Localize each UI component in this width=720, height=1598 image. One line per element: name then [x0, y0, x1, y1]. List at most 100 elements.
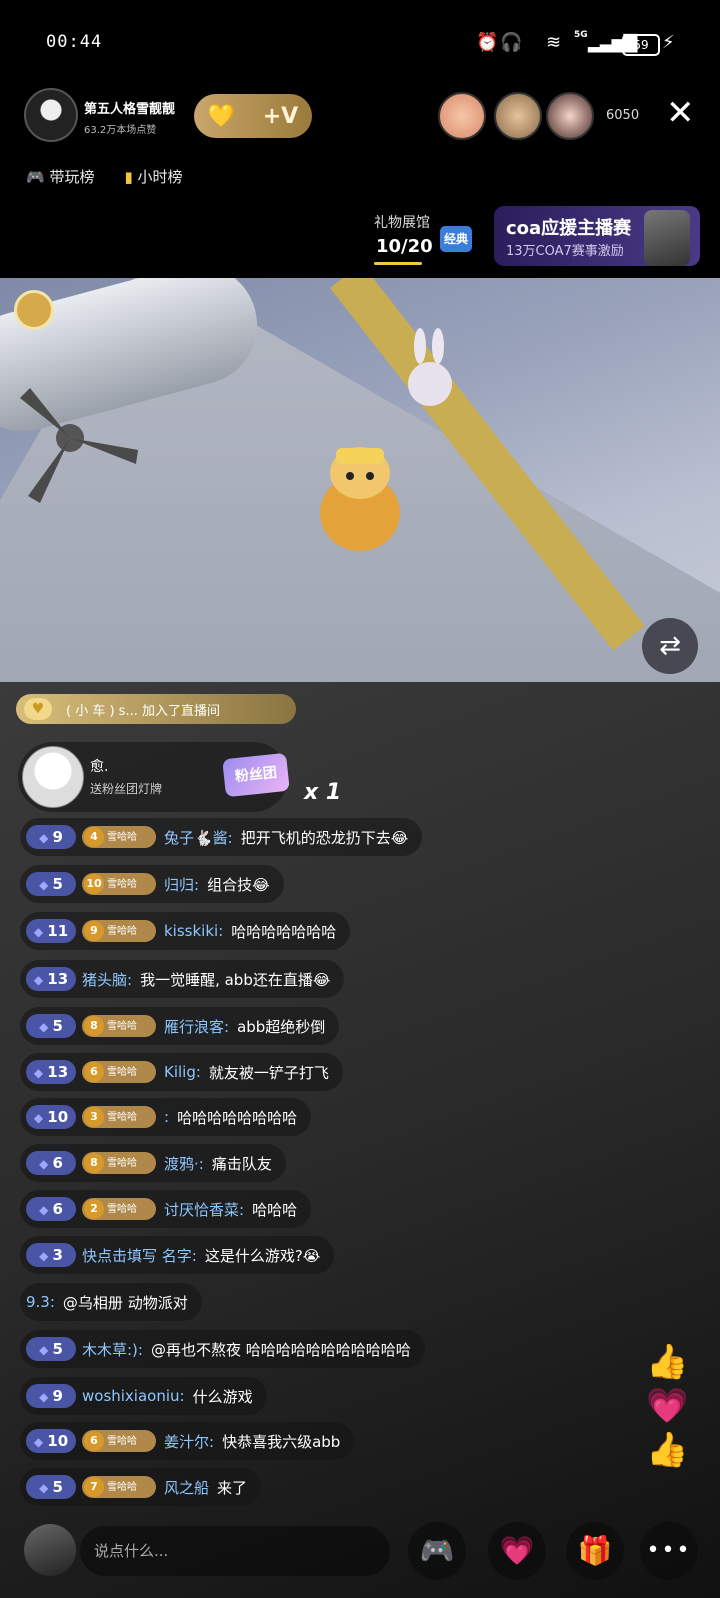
user-level-badge: 3	[26, 1243, 76, 1267]
heart-icon: ♥	[24, 698, 52, 720]
fan-badge: 3 雪哈哈	[82, 1106, 156, 1128]
chat-text: @再也不熬夜 哈哈哈哈哈哈哈哈哈哈哈	[150, 1340, 411, 1359]
chat-username[interactable]: 风之船	[164, 1477, 209, 1498]
viewer-count[interactable]: 6050	[606, 108, 639, 123]
chat-message[interactable]: 57雪哈哈风之船来了	[20, 1468, 262, 1506]
fan-club-card[interactable]: 愈. 送粉丝团灯牌 粉丝团	[18, 742, 290, 812]
fan-level: 8	[84, 1016, 104, 1036]
classic-badge[interactable]: 经典	[440, 226, 472, 252]
streamer-name[interactable]: 第五人格雪靓靓	[84, 98, 175, 117]
promo-title: coa应援主播赛	[506, 218, 632, 239]
battery-indicator: 59	[622, 34, 660, 56]
chat-text: 组合技😂	[207, 875, 270, 894]
chat-message[interactable]: 13 猪头脑: 我一觉睡醒, abb还在直播😂	[20, 960, 345, 998]
chat-message[interactable]: 5 木木草:): @再也不熬夜 哈哈哈哈哈哈哈哈哈哈哈	[20, 1330, 425, 1368]
fan-level: 4	[84, 827, 104, 847]
chat-message[interactable]: 94雪哈哈兔子🐇酱:把开飞机的恐龙扔下去😂	[20, 818, 423, 856]
chat-message[interactable]: 58雪哈哈雁行浪客:abb超绝秒倒	[20, 1007, 340, 1045]
chat-text: @乌相册 动物派对	[62, 1293, 188, 1312]
user-level-badge: 5	[26, 1014, 76, 1038]
chat-message[interactable]: 11 9雪哈哈 kisskiki: 哈哈哈哈哈哈哈	[20, 912, 351, 950]
comment-input[interactable]: 说点什么...	[80, 1526, 390, 1576]
fan-level: 10	[84, 874, 104, 894]
fan-level: 2	[84, 1199, 104, 1219]
viewer-avatar[interactable]	[438, 92, 486, 140]
streamer-avatar[interactable]	[24, 88, 78, 142]
fan-level: 9	[84, 921, 104, 941]
user-level-badge: 6	[26, 1197, 76, 1221]
follow-button[interactable]: 💛 +V	[194, 94, 312, 138]
gift-icon[interactable]: 🎁	[566, 1522, 624, 1580]
fan-desc: 送粉丝团灯牌	[90, 782, 163, 796]
chat-text: 把开飞机的恐龙扔下去😂	[240, 828, 409, 847]
more-icon[interactable]: •••	[640, 1522, 698, 1580]
promo-subtitle: 13万COA7赛事激励	[506, 244, 624, 259]
fan-badge: 7 雪哈哈	[82, 1476, 156, 1498]
game-controller-icon[interactable]: 🎮	[408, 1522, 466, 1580]
chat-username[interactable]: 快点击填写 名字:	[82, 1245, 197, 1266]
chat-username[interactable]: 讨厌恰香菜:	[164, 1199, 244, 1220]
promo-banner[interactable]: coa应援主播赛 13万COA7赛事激励	[494, 206, 700, 266]
status-time: 00:44	[46, 32, 103, 52]
chat-message[interactable]: 3 快点击填写 名字: 这是什么游戏?😭	[20, 1236, 335, 1274]
fan-badge: 4 雪哈哈	[82, 826, 156, 848]
chat-username[interactable]: 归归:	[164, 874, 199, 895]
chat-username[interactable]: 雁行浪客:	[164, 1016, 229, 1037]
chat-text: 我一觉睡醒, abb还在直播😂	[140, 970, 331, 989]
fan-badge: 10 雪哈哈	[82, 873, 156, 895]
chat-username[interactable]: 渡鸦·:	[164, 1153, 204, 1174]
viewer-avatar[interactable]	[546, 92, 594, 140]
chat-username[interactable]: 木木草:):	[82, 1339, 143, 1360]
user-level-badge: 10	[26, 1429, 76, 1453]
hamster-character	[320, 447, 400, 551]
chat-username[interactable]: :	[164, 1108, 169, 1126]
chat-username[interactable]: kisskiki:	[164, 922, 223, 940]
live-video[interactable]: ⇄	[0, 278, 720, 682]
chat-message[interactable]: 68雪哈哈渡鸦·:痛击队友	[20, 1144, 286, 1182]
chat-username[interactable]: 兔子🐇酱:	[164, 827, 233, 848]
fan-club-name: 雪哈哈	[107, 1204, 137, 1215]
rank-tabs: 🎮 带玩榜 ▮ 小时榜	[26, 166, 183, 187]
chat-username[interactable]: 姜汁尔:	[164, 1431, 214, 1452]
fan-club-badge: 粉丝团	[222, 752, 290, 798]
fan-club-name: 雪哈哈	[107, 832, 137, 843]
user-level-badge: 13	[26, 967, 76, 991]
tab-hour-rank[interactable]: ▮ 小时榜	[124, 166, 182, 187]
chat-message[interactable]: 9.3: @乌相册 动物派对	[20, 1283, 202, 1321]
fan-level: 8	[84, 1153, 104, 1173]
close-icon[interactable]: ✕	[666, 96, 695, 130]
gift-hall-title[interactable]: 礼物展馆	[374, 212, 430, 232]
chat-username[interactable]: 猪头脑:	[82, 969, 132, 990]
fan-club-name: 雪哈哈	[107, 1158, 137, 1169]
fan-club-name: 雪哈哈	[107, 926, 137, 937]
heart-icon[interactable]: 💗	[488, 1522, 546, 1580]
chat-text: 来了	[217, 1478, 248, 1497]
chat-username[interactable]: 9.3:	[26, 1293, 55, 1311]
fan-badge: 8 雪哈哈	[82, 1015, 156, 1037]
chat-message[interactable]: 62雪哈哈 讨厌恰香菜: 哈哈哈	[20, 1190, 312, 1228]
chat-username[interactable]: woshixiaoniu:	[82, 1387, 185, 1405]
viewer-avatar[interactable]	[494, 92, 542, 140]
chat-message[interactable]: 106雪哈哈姜汁尔:快恭喜我六级abb	[20, 1422, 355, 1460]
tab-play-rank[interactable]: 🎮 带玩榜	[26, 166, 94, 187]
chat-text: 哈哈哈	[252, 1200, 298, 1219]
user-level-badge: 9	[26, 825, 76, 849]
fan-club-name: 雪哈哈	[107, 1021, 137, 1032]
chat-text: 就友被一铲子打飞	[208, 1063, 329, 1082]
fan-club-name: 雪哈哈	[107, 1482, 137, 1493]
chat-message[interactable]: 13 6雪哈哈 Kilig: 就友被一铲子打飞	[20, 1053, 343, 1091]
my-avatar[interactable]	[24, 1524, 76, 1576]
chat-message[interactable]: 510雪哈哈归归:组合技😂	[20, 865, 284, 903]
fan-level: 7	[84, 1477, 104, 1497]
chat-message[interactable]: 9 woshixiaoniu: 什么游戏	[20, 1377, 267, 1415]
user-level-badge: 9	[26, 1384, 76, 1408]
rotate-screen-icon[interactable]: ⇄	[642, 618, 698, 674]
chat-username[interactable]: Kilig:	[164, 1063, 201, 1081]
chat-message[interactable]: 10 3雪哈哈: 哈哈哈哈哈哈哈哈	[20, 1098, 312, 1136]
fan-level: 6	[84, 1062, 104, 1082]
fan-avatar[interactable]	[22, 746, 84, 808]
gamepad-icon: 🎮	[26, 168, 45, 186]
network-label: 5G	[574, 30, 588, 40]
fan-club-name: 雪哈哈	[107, 1112, 137, 1123]
gift-hall-progress: 10/20	[376, 236, 433, 257]
